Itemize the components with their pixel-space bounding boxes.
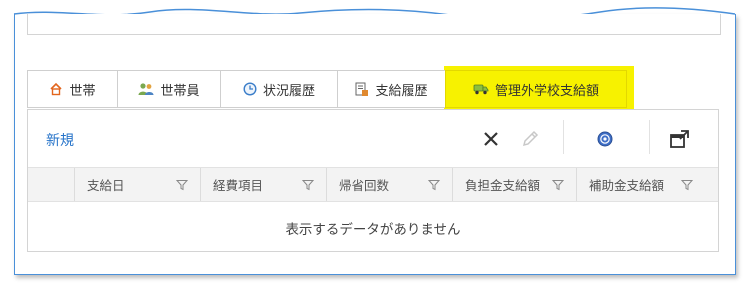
grid-header: 支給日 経費項目 帰省回数 負担金支給額 補助金支給額 <box>28 167 718 202</box>
filter-icon[interactable] <box>681 179 693 191</box>
filter-icon[interactable] <box>552 179 564 191</box>
tab-payment-history[interactable]: 支給履歴 <box>337 70 445 108</box>
document-stack-icon <box>355 82 369 96</box>
tab-label: 世帯員 <box>160 83 200 99</box>
grid-header-lead-cell <box>28 168 75 201</box>
column-header[interactable]: 帰省回数 <box>327 168 453 201</box>
new-button[interactable]: 新規 <box>46 130 74 150</box>
tab-label: 管理外学校支給額 <box>494 83 599 99</box>
column-header-label: 補助金支給額 <box>589 178 665 193</box>
tab-status-history[interactable]: 状況履歴 <box>220 70 337 108</box>
tab-label: 支給履歴 <box>375 83 428 99</box>
pencil-icon[interactable] <box>519 128 541 150</box>
toolbar-divider <box>649 120 650 154</box>
column-header[interactable]: 支給日 <box>75 168 201 201</box>
tab-household-members[interactable]: 世帯員 <box>117 70 220 108</box>
filter-icon[interactable] <box>176 179 188 191</box>
tab-household[interactable]: 世帯 <box>27 70 117 108</box>
column-header[interactable]: 補助金支給額 <box>577 168 705 201</box>
filter-icon[interactable] <box>302 179 314 191</box>
close-icon[interactable] <box>480 128 502 150</box>
column-header-label: 経費項目 <box>213 178 264 193</box>
column-header-label: 支給日 <box>87 178 125 193</box>
toolbar-divider <box>563 120 564 154</box>
empty-grid-message: 表示するデータがありません <box>285 222 461 238</box>
help-icon[interactable] <box>594 128 616 150</box>
grid-panel: 新規 支給日 経費項目 帰省回数 負担金支給額 補助金支給額 表示するデータがあ… <box>27 109 719 252</box>
filter-icon[interactable] <box>428 179 440 191</box>
truck-icon <box>473 84 489 95</box>
tab-bar: 世帯 世帯員 状況履歴 支給履歴 管理外学校支給額 <box>27 70 627 110</box>
clock-icon <box>243 82 257 96</box>
upper-panel <box>27 14 721 35</box>
popout-window-icon[interactable] <box>668 127 692 151</box>
people-icon <box>138 83 154 95</box>
tab-label: 世帯 <box>69 83 96 99</box>
tab-label: 状況履歴 <box>262 83 315 99</box>
column-header[interactable]: 負担金支給額 <box>453 168 577 201</box>
tab-external-school-payment[interactable]: 管理外学校支給額 <box>445 70 627 108</box>
house-icon <box>50 82 63 96</box>
column-header-label: 帰省回数 <box>339 178 390 193</box>
grid-toolbar: 新規 <box>28 110 718 167</box>
column-header[interactable]: 経費項目 <box>201 168 327 201</box>
column-header-label: 負担金支給額 <box>465 178 541 193</box>
